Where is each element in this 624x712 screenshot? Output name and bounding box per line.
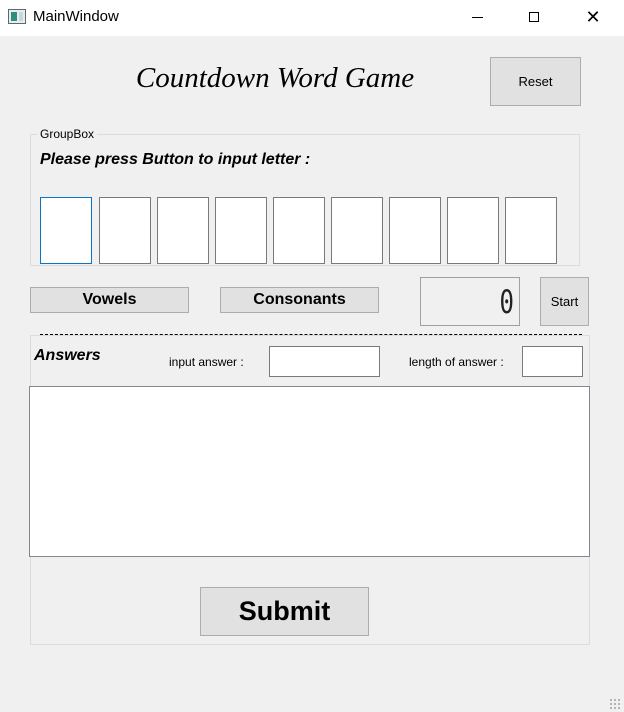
window-title: MainWindow [33,8,119,25]
answers-title: Answers [34,347,101,364]
maximize-button[interactable] [511,0,557,34]
letter-slot[interactable] [40,197,92,264]
letter-slot[interactable] [157,197,209,264]
input-answer-label: input answer : [169,355,244,369]
answer-length-field[interactable] [522,346,583,377]
letter-slot[interactable] [447,197,499,264]
close-icon: ✕ [585,6,601,27]
length-of-answer-label: length of answer : [409,355,504,369]
close-button[interactable]: ✕ [570,0,616,34]
minimize-icon [471,16,483,18]
resize-grip-icon[interactable] [609,698,621,710]
letter-slot[interactable] [215,197,267,264]
app-window-icon [8,9,26,24]
letter-slot[interactable] [389,197,441,264]
letter-slot[interactable] [505,197,557,264]
answers-list[interactable] [29,386,590,557]
submit-button[interactable]: Submit [200,587,369,636]
maximize-icon [529,12,539,22]
start-button[interactable]: Start [540,277,589,326]
letter-slot[interactable] [273,197,325,264]
groupbox-label: GroupBox [37,127,98,141]
vowels-button[interactable]: Vowels [30,287,189,313]
game-title: Countdown Word Game [135,62,415,94]
countdown-timer-value: 0 [499,283,514,321]
answer-input[interactable] [269,346,380,377]
letter-slot[interactable] [99,197,151,264]
reset-button[interactable]: Reset [490,57,581,106]
minimize-button[interactable] [454,0,500,34]
letters-instruction: Please press Button to input letter : [40,151,311,168]
letter-slot[interactable] [331,197,383,264]
consonants-button[interactable]: Consonants [220,287,379,313]
